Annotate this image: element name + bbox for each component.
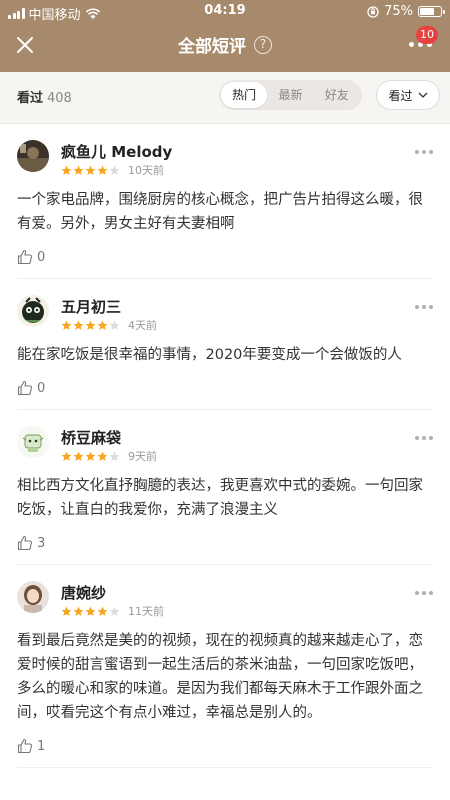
- star-filled-icon: [85, 451, 96, 461]
- comment-item: 唐婉纱 11天前 看到最后竟然是美的的视频，现在的视频真的越来越走心了，恋爱时候…: [17, 565, 433, 768]
- star-filled-icon: [73, 606, 84, 616]
- comment-time: 11天前: [128, 605, 164, 618]
- header: 中国移动 04:19 75% 全部短评 ? 10: [0, 0, 450, 72]
- orientation-lock-icon: [367, 5, 379, 18]
- comment-list: 疯鱼儿 Melody 10天前 一个家电品牌，围绕厨房的核心概念，把广告片拍得这…: [0, 124, 450, 768]
- thumbs-up-icon: [17, 738, 32, 754]
- star-empty-icon: [109, 606, 120, 616]
- comment-text: 能在家吃饭是很幸福的事情，2020年要变成一个会做饭的人: [17, 347, 402, 363]
- star-filled-icon: [97, 451, 108, 461]
- comment-author[interactable]: 唐婉纱: [61, 582, 106, 603]
- star-empty-icon: [109, 165, 120, 175]
- thumbs-up-icon: [17, 249, 32, 265]
- sort-tabs: 热门 最新 好友: [219, 80, 362, 110]
- thumbs-up-icon: [17, 380, 32, 396]
- star-filled-icon: [61, 451, 72, 461]
- rating-stars: [61, 606, 120, 617]
- like-button[interactable]: 1: [17, 725, 67, 767]
- like-button[interactable]: 0: [17, 236, 67, 278]
- tab-latest[interactable]: 最新: [267, 82, 313, 108]
- status-bar: 中国移动 04:19 75%: [0, 0, 450, 23]
- comment-text: 看到最后竟然是美的的视频，现在的视频真的越来越走心了，恋爱时候的甜言蜜语到一起生…: [17, 633, 423, 721]
- comment-author[interactable]: 疯鱼儿 Melody: [61, 141, 172, 162]
- avatar[interactable]: [17, 295, 49, 327]
- battery-percent: 75%: [384, 4, 413, 19]
- comment-time: 9天前: [128, 450, 157, 463]
- help-icon[interactable]: ?: [254, 35, 272, 54]
- rating-stars: [61, 320, 120, 331]
- page-title: 全部短评: [178, 37, 246, 57]
- chevron-down-icon: [418, 92, 427, 98]
- star-empty-icon: [109, 451, 120, 461]
- like-button[interactable]: 0: [17, 367, 67, 409]
- nav-bar: 全部短评 ? 10: [0, 22, 450, 72]
- watched-number: 408: [47, 91, 72, 106]
- star-filled-icon: [61, 165, 72, 175]
- comment-more-button[interactable]: [415, 305, 433, 309]
- star-filled-icon: [73, 165, 84, 175]
- star-filled-icon: [85, 606, 96, 616]
- tab-hot[interactable]: 热门: [221, 82, 268, 108]
- star-filled-icon: [61, 320, 72, 330]
- comment-item: 五月初三 4天前 能在家吃饭是很幸福的事情，2020年要变成一个会做饭的人 0: [17, 279, 433, 410]
- avatar[interactable]: [17, 426, 49, 458]
- star-filled-icon: [73, 320, 84, 330]
- star-filled-icon: [97, 606, 108, 616]
- comment-time: 4天前: [128, 319, 157, 332]
- comment-text: 一个家电品牌，围绕厨房的核心概念，把广告片拍得这么暖，很有爱。另外，男女主好有夫…: [17, 192, 423, 232]
- star-filled-icon: [85, 165, 96, 175]
- comment-more-button[interactable]: [415, 150, 433, 154]
- comment-time: 10天前: [128, 164, 164, 177]
- rating-stars: [61, 165, 120, 176]
- comment-more-button[interactable]: [415, 591, 433, 595]
- notification-badge: 10: [416, 26, 438, 44]
- comment-author[interactable]: 桥豆麻袋: [61, 427, 121, 448]
- star-filled-icon: [73, 451, 84, 461]
- comment-more-button[interactable]: [415, 436, 433, 440]
- star-filled-icon: [97, 165, 108, 175]
- star-filled-icon: [97, 320, 108, 330]
- star-filled-icon: [85, 320, 96, 330]
- comment-item: 桥豆麻袋 9天前 相比西方文化直抒胸臆的表达，我更喜欢中式的委婉。一句回家吃饭，…: [17, 410, 433, 565]
- avatar[interactable]: [17, 140, 49, 172]
- tab-friends[interactable]: 好友: [314, 82, 360, 108]
- comment-item: 疯鱼儿 Melody 10天前 一个家电品牌，围绕厨房的核心概念，把广告片拍得这…: [17, 124, 433, 279]
- filter-bar: 看过 408 热门 最新 好友 看过: [0, 72, 450, 124]
- avatar[interactable]: [17, 581, 49, 613]
- dropdown-label: 看过: [388, 88, 413, 103]
- watched-label: 看过: [17, 91, 44, 106]
- star-filled-icon: [61, 606, 72, 616]
- like-count: 0: [37, 380, 46, 396]
- battery-icon: [418, 6, 445, 17]
- thumbs-up-icon: [17, 535, 32, 551]
- rating-stars: [61, 451, 120, 462]
- star-empty-icon: [109, 320, 120, 330]
- like-count: 1: [37, 738, 46, 754]
- status-dropdown[interactable]: 看过: [376, 80, 440, 110]
- watched-count: 看过 408: [17, 87, 72, 106]
- like-count: 3: [37, 535, 46, 551]
- comment-author[interactable]: 五月初三: [61, 296, 121, 317]
- like-count: 0: [37, 249, 46, 265]
- comment-text: 相比西方文化直抒胸臆的表达，我更喜欢中式的委婉。一句回家吃饭，让直白的我爱你，充…: [17, 478, 423, 518]
- like-button[interactable]: 3: [17, 522, 67, 564]
